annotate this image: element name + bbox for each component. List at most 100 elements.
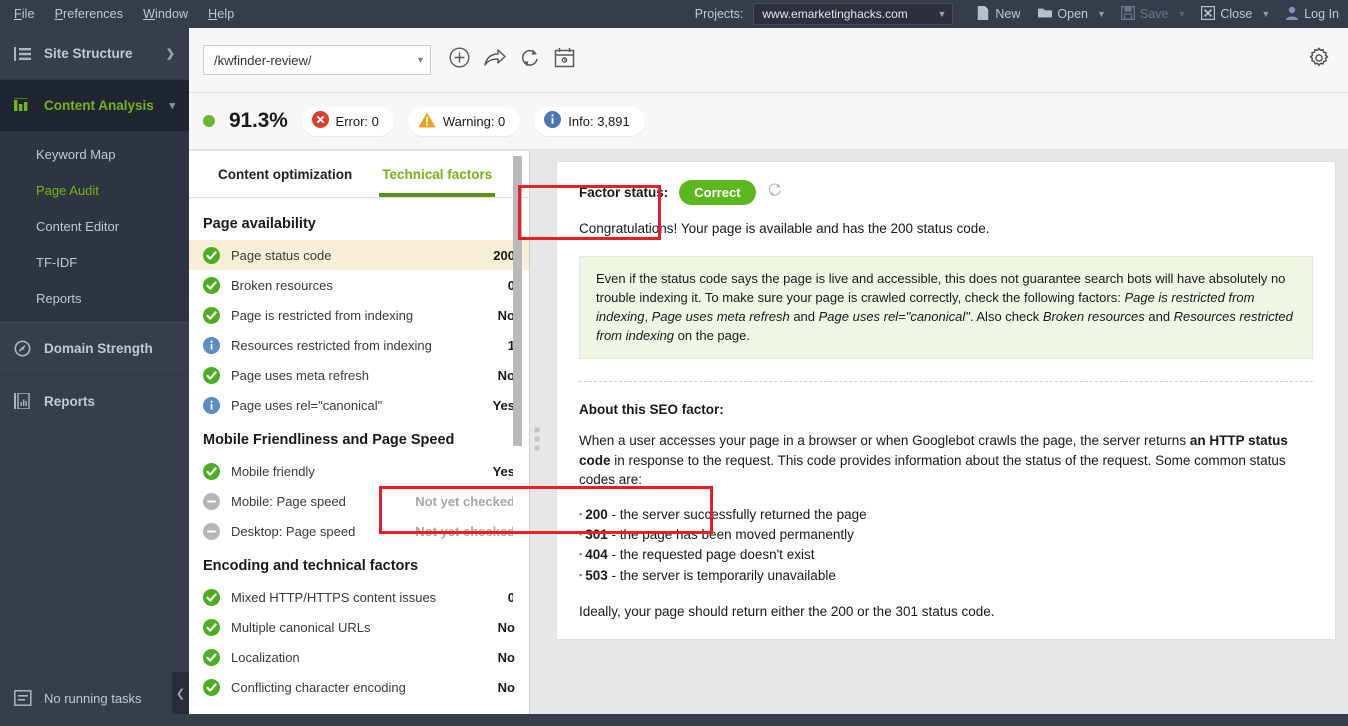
factor-value: Not yet checked [415,523,515,539]
site-structure-icon [14,46,32,61]
sidebar-collapse-button[interactable]: ❮ [172,672,189,714]
tasks-list-icon [14,690,32,706]
add-circle-icon[interactable] [449,47,470,73]
factor-value: No [497,619,515,635]
tab-label: Content optimization [218,166,353,182]
status-code-list: 200 - the server successfully returned t… [579,505,1313,586]
warning-icon [418,112,436,131]
status-code-item: 404 - the requested page doesn't exist [579,545,1313,565]
factor-row[interactable]: Page is restricted from indexing No [189,300,529,330]
factors-scrollbar-thumb[interactable] [513,156,522,446]
factor-detail-pane: Factor status: Correct Congratulations! … [544,151,1348,726]
factor-row[interactable]: Page status code 200 [189,240,529,270]
status-ok-icon [203,678,220,696]
status-info-icon [203,336,220,354]
sidebar-item-tf-idf[interactable]: TF-IDF [0,244,189,280]
share-arrow-icon[interactable] [484,48,506,73]
chevron-down-icon[interactable]: ▼ [1097,9,1112,19]
factor-row[interactable]: Mobile: Page speed Not yet checked [189,486,529,516]
factor-label: Resources restricted from indexing [231,337,432,353]
new-button[interactable]: New [967,0,1029,28]
warning-count-badge[interactable]: Warning: 0 [407,106,521,136]
sidebar-item-site-structure[interactable]: Site Structure ❯ [0,28,189,80]
factor-label: Localization [231,649,300,665]
factor-label: Page uses meta refresh [231,367,370,383]
status-badge: Correct [679,180,756,205]
running-tasks-status[interactable]: No running tasks [0,678,189,718]
menu-item-window[interactable]: Window [143,7,188,21]
warning-count-label: Warning: 0 [442,113,506,129]
menu-item-file[interactable]: File [14,7,35,21]
refresh-icon[interactable] [520,48,540,73]
refresh-icon[interactable] [767,182,783,203]
info-count-badge[interactable]: Info: 3,891 [534,106,645,136]
sidebar-item-content-editor[interactable]: Content Editor [0,208,189,244]
top-menu-bar: File Preferences Window Help Projects: www.… [0,0,1348,28]
status-code-number: 200 [585,506,608,522]
factor-row[interactable]: Page uses rel="canonical" Yes [189,390,529,420]
sidebar-item-page-audit[interactable]: Page Audit [0,172,189,208]
factor-value: No [497,679,515,695]
factor-row[interactable]: Desktop: Page speed Not yet checked [189,516,529,546]
content-analysis-icon [14,98,32,113]
factor-row[interactable]: Page uses meta refresh No [189,360,529,390]
url-toolbar: /kwfinder-review/ ▾ [189,28,1348,93]
status-code-item: 301 - the page has been moved permanentl… [579,525,1313,545]
pane-splitter[interactable] [529,151,544,726]
factor-label: Desktop: Page speed [231,523,356,539]
factor-value: Not yet checked [415,493,515,509]
error-count-badge[interactable]: Error: 0 [301,106,394,136]
factor-row[interactable]: Resources restricted from indexing 1 [189,330,529,360]
tab-technical-factors[interactable]: Technical factors [367,151,507,197]
reports-icon [14,393,32,409]
status-neutral-icon [203,492,220,510]
sidebar-item-label: Domain Strength [44,341,153,356]
factor-row[interactable]: Multiple canonical URLs No [189,612,529,642]
factor-row[interactable]: Mixed HTTP/HTTPS content issues 0 [189,582,529,612]
calendar-schedule-icon[interactable] [554,47,575,73]
about-closing-text: Ideally, your page should return either … [579,603,995,619]
factor-value: Yes [492,463,515,479]
status-code-number: 503 [585,567,608,583]
sidebar-item-label: Keyword Map [36,146,116,162]
factors-list: Page availability Page status code 200 Brok… [189,198,529,726]
menu-item-help[interactable]: Help [208,7,234,21]
factor-row[interactable]: Mobile friendly Yes [189,456,529,486]
log-in-button[interactable]: Log In [1276,0,1348,28]
chevron-down-icon[interactable]: ▼ [1261,9,1276,19]
chevron-down-icon: ▾ [417,54,423,66]
main-area: /kwfinder-review/ ▾ 91.3% Error: 0 Warni… [189,28,1348,726]
factor-section-heading: Mobile Friendliness and Page Speed [203,432,455,448]
sidebar-item-keyword-map[interactable]: Keyword Map [0,136,189,172]
content-region: Content optimization Technical factors Pa… [189,151,1348,726]
factor-label: Page is restricted from indexing [231,307,414,323]
sidebar-item-content-analysis[interactable]: Content Analysis ▾ [0,80,189,132]
project-select-value: www.emarketinghacks.com [762,7,908,21]
factor-detail-card: Factor status: Correct Congratulations! … [556,161,1336,640]
new-file-icon [976,5,990,23]
sidebar-item-label: Site Structure [44,46,133,61]
app-window: File Preferences Window Help Projects: www.… [0,0,1348,726]
factor-status-row: Factor status: Correct [579,180,1313,205]
gear-icon[interactable] [1308,47,1330,74]
sidebar-item-reports[interactable]: Reports [0,280,189,316]
info-icon [544,111,562,131]
domain-strength-icon [14,340,32,357]
factor-row[interactable]: Conflicting character encoding No [189,672,529,702]
tab-content-optimization[interactable]: Content optimization [203,151,367,197]
sidebar-item-label: Content Analysis [44,98,154,113]
open-button[interactable]: Open [1029,0,1097,28]
close-x-icon [1201,5,1216,23]
project-select[interactable]: www.emarketinghacks.com ▼ [753,3,954,25]
button-label: Log In [1304,7,1339,21]
factor-row[interactable]: Localization No [189,642,529,672]
factor-row[interactable]: Broken resources 0 [189,270,529,300]
status-ok-icon [203,462,220,480]
toolbar-actions: New Open ▼ Save ▼ Close ▼ Log In [967,0,1348,28]
sidebar-item-reports[interactable]: Reports [0,375,189,427]
close-button[interactable]: Close [1192,0,1261,28]
sidebar-item-domain-strength[interactable]: Domain Strength [0,323,189,375]
page-url-select[interactable]: /kwfinder-review/ ▾ [203,45,431,75]
menu-item-preferences[interactable]: Preferences [55,7,124,21]
factors-scrollbar[interactable] [513,156,522,611]
